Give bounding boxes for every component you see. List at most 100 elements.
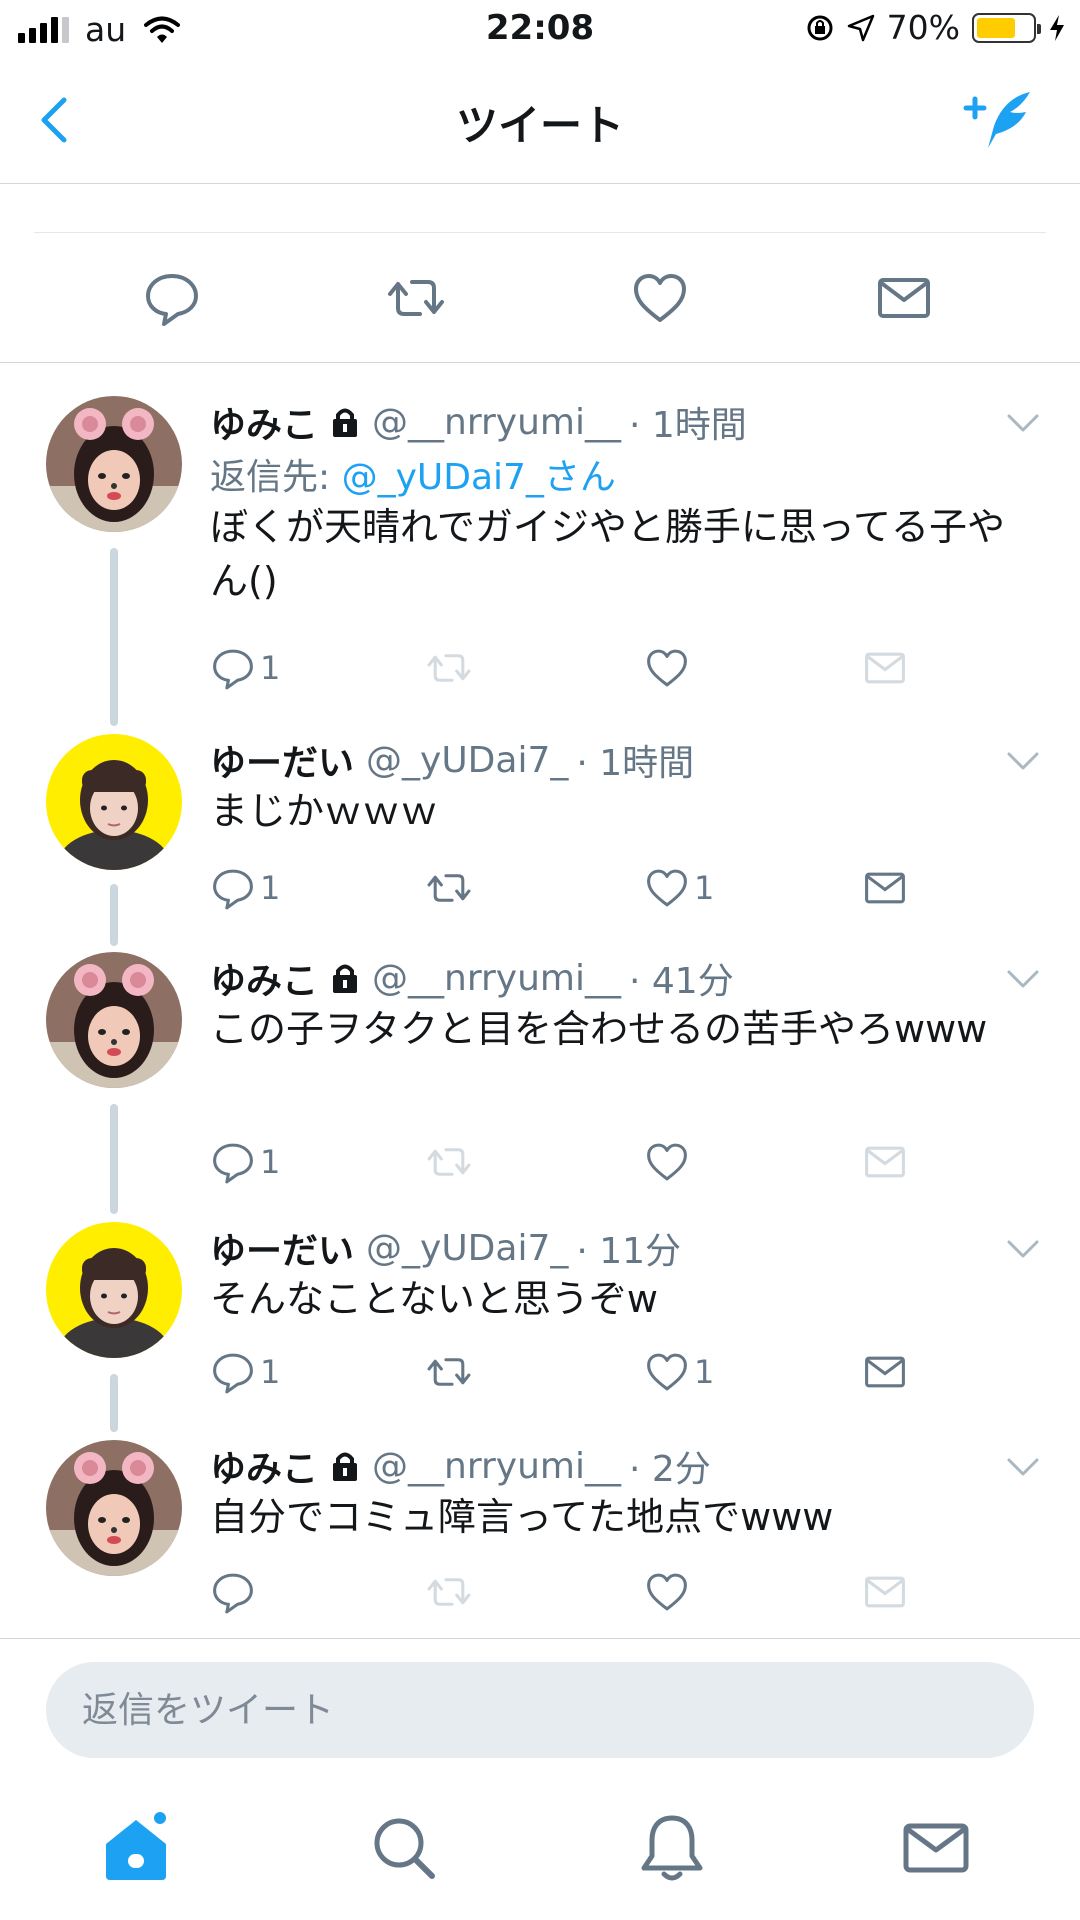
chevron-down-icon[interactable] bbox=[1006, 1238, 1040, 1260]
chevron-down-icon[interactable] bbox=[1006, 1456, 1040, 1478]
reply-icon bbox=[213, 869, 253, 910]
retweet-action[interactable] bbox=[426, 858, 472, 918]
user-handle[interactable]: @_yUDai7_ bbox=[366, 1228, 568, 1269]
reply-header: ゆみこ @__nrryumi__ · 41分 bbox=[210, 952, 734, 1004]
reply-to: 返信先: @_yUDai7_さん bbox=[210, 448, 616, 500]
like-action[interactable] bbox=[644, 1562, 694, 1622]
direct-message-icon[interactable] bbox=[874, 268, 934, 328]
reply-header: ゆーだい @_yUDai7_ · 1時間 bbox=[210, 734, 694, 786]
direct-message-icon bbox=[865, 1356, 905, 1388]
user-handle[interactable]: @__nrryumi__ bbox=[372, 402, 621, 443]
avatar-image bbox=[46, 1222, 182, 1358]
reply-to-mention[interactable]: @_yUDai7_さん bbox=[342, 457, 616, 498]
avatar[interactable] bbox=[46, 734, 182, 870]
reply-header: ゆーだい @_yUDai7_ · 11分 bbox=[210, 1222, 681, 1274]
like-count: 1 bbox=[694, 869, 715, 907]
tweet-text: そんなことないと思うぞw bbox=[210, 1277, 658, 1321]
tweet-actions: 1 1 bbox=[0, 1342, 1080, 1402]
dm-action bbox=[862, 1132, 908, 1192]
chevron-down-icon[interactable] bbox=[1006, 412, 1040, 434]
like-count: 1 bbox=[694, 1353, 715, 1391]
like-icon[interactable] bbox=[630, 268, 690, 328]
charging-icon bbox=[1050, 14, 1064, 41]
reply-icon bbox=[213, 1573, 253, 1614]
direct-message-icon bbox=[865, 872, 905, 904]
dm-action[interactable] bbox=[862, 1342, 908, 1402]
reply-count: 1 bbox=[260, 649, 281, 687]
reply-count: 1 bbox=[260, 1353, 281, 1391]
retweet-icon bbox=[427, 1358, 471, 1386]
tab-bar bbox=[0, 1790, 1080, 1920]
reply-count: 1 bbox=[260, 1143, 281, 1181]
avatar[interactable] bbox=[46, 952, 182, 1088]
nav-bar: ツイート bbox=[0, 60, 1080, 184]
status-bar: au 22:08 70% bbox=[0, 0, 1080, 60]
reply-action[interactable]: 1 bbox=[210, 1132, 280, 1192]
divider bbox=[0, 1638, 1080, 1639]
reply-input[interactable] bbox=[46, 1662, 1034, 1758]
main-tweet-actions bbox=[0, 233, 1080, 363]
orientation-lock-icon bbox=[807, 15, 833, 40]
dm-action bbox=[862, 1562, 908, 1622]
reply-header: ゆみこ @__nrryumi__ · 1時間 bbox=[210, 396, 747, 448]
display-name[interactable]: ゆーだい bbox=[210, 1222, 354, 1274]
page-title: ツイート bbox=[455, 101, 624, 150]
home-icon[interactable] bbox=[98, 1810, 174, 1886]
tweet-actions: 1 bbox=[0, 638, 1080, 698]
retweet-icon bbox=[427, 874, 471, 902]
lock-icon bbox=[333, 964, 358, 993]
reply-icon[interactable] bbox=[142, 268, 202, 328]
reply-count: 1 bbox=[260, 869, 281, 907]
retweet-disabled-icon bbox=[427, 1578, 471, 1606]
like-icon bbox=[647, 1573, 687, 1611]
status-right: 70% bbox=[805, 8, 1066, 47]
user-handle[interactable]: @__nrryumi__ bbox=[372, 958, 621, 999]
like-icon bbox=[647, 1143, 687, 1181]
display-name[interactable]: ゆみこ bbox=[210, 1440, 318, 1492]
like-action[interactable]: 1 bbox=[644, 858, 714, 918]
reply-action[interactable]: 1 bbox=[210, 858, 280, 918]
lock-icon bbox=[333, 408, 358, 437]
reply-icon bbox=[213, 1353, 253, 1394]
display-name[interactable]: ゆみこ bbox=[210, 396, 318, 448]
chevron-down-icon[interactable] bbox=[1006, 750, 1040, 772]
user-handle[interactable]: @_yUDai7_ bbox=[366, 740, 568, 781]
dm-action bbox=[862, 638, 908, 698]
like-icon bbox=[647, 649, 687, 687]
retweet-icon[interactable] bbox=[386, 268, 446, 328]
display-name[interactable]: ゆーだい bbox=[210, 734, 354, 786]
direct-message-disabled-icon bbox=[865, 1146, 905, 1178]
tweet-actions: 1 1 bbox=[0, 858, 1080, 918]
like-action[interactable] bbox=[644, 638, 694, 698]
reply-icon bbox=[213, 649, 253, 690]
avatar[interactable] bbox=[46, 1440, 182, 1576]
timestamp: · 1時間 bbox=[629, 405, 747, 446]
avatar-image bbox=[46, 396, 182, 532]
reply-action[interactable]: 1 bbox=[210, 638, 280, 698]
messages-icon[interactable] bbox=[898, 1810, 974, 1886]
timestamp: · 11分 bbox=[576, 1231, 682, 1272]
tweet-text: まじかｗｗｗ bbox=[210, 789, 439, 833]
dm-action[interactable] bbox=[862, 858, 908, 918]
like-action[interactable] bbox=[644, 1132, 694, 1192]
avatar[interactable] bbox=[46, 1222, 182, 1358]
retweet-action[interactable] bbox=[426, 1342, 472, 1402]
user-handle[interactable]: @__nrryumi__ bbox=[372, 1446, 621, 1487]
like-action[interactable]: 1 bbox=[644, 1342, 714, 1402]
chevron-down-icon[interactable] bbox=[1006, 968, 1040, 990]
direct-message-disabled-icon bbox=[865, 1576, 905, 1608]
tweet-text: ぼくが天晴れでガイジやと勝手に思ってる子やん() bbox=[210, 505, 1005, 603]
display-name[interactable]: ゆみこ bbox=[210, 952, 318, 1004]
retweet-disabled-icon bbox=[427, 1148, 471, 1176]
battery-icon bbox=[972, 12, 1041, 43]
notifications-icon[interactable] bbox=[634, 1810, 710, 1886]
compose-tweet-icon[interactable] bbox=[960, 86, 1040, 156]
avatar-image bbox=[46, 1440, 182, 1576]
battery-percent: 70% bbox=[886, 8, 960, 47]
avatar-image bbox=[46, 952, 182, 1088]
timestamp: · 41分 bbox=[629, 961, 734, 1002]
reply-action[interactable] bbox=[210, 1562, 260, 1622]
reply-action[interactable]: 1 bbox=[210, 1342, 280, 1402]
search-icon[interactable] bbox=[366, 1810, 442, 1886]
avatar[interactable] bbox=[46, 396, 182, 532]
